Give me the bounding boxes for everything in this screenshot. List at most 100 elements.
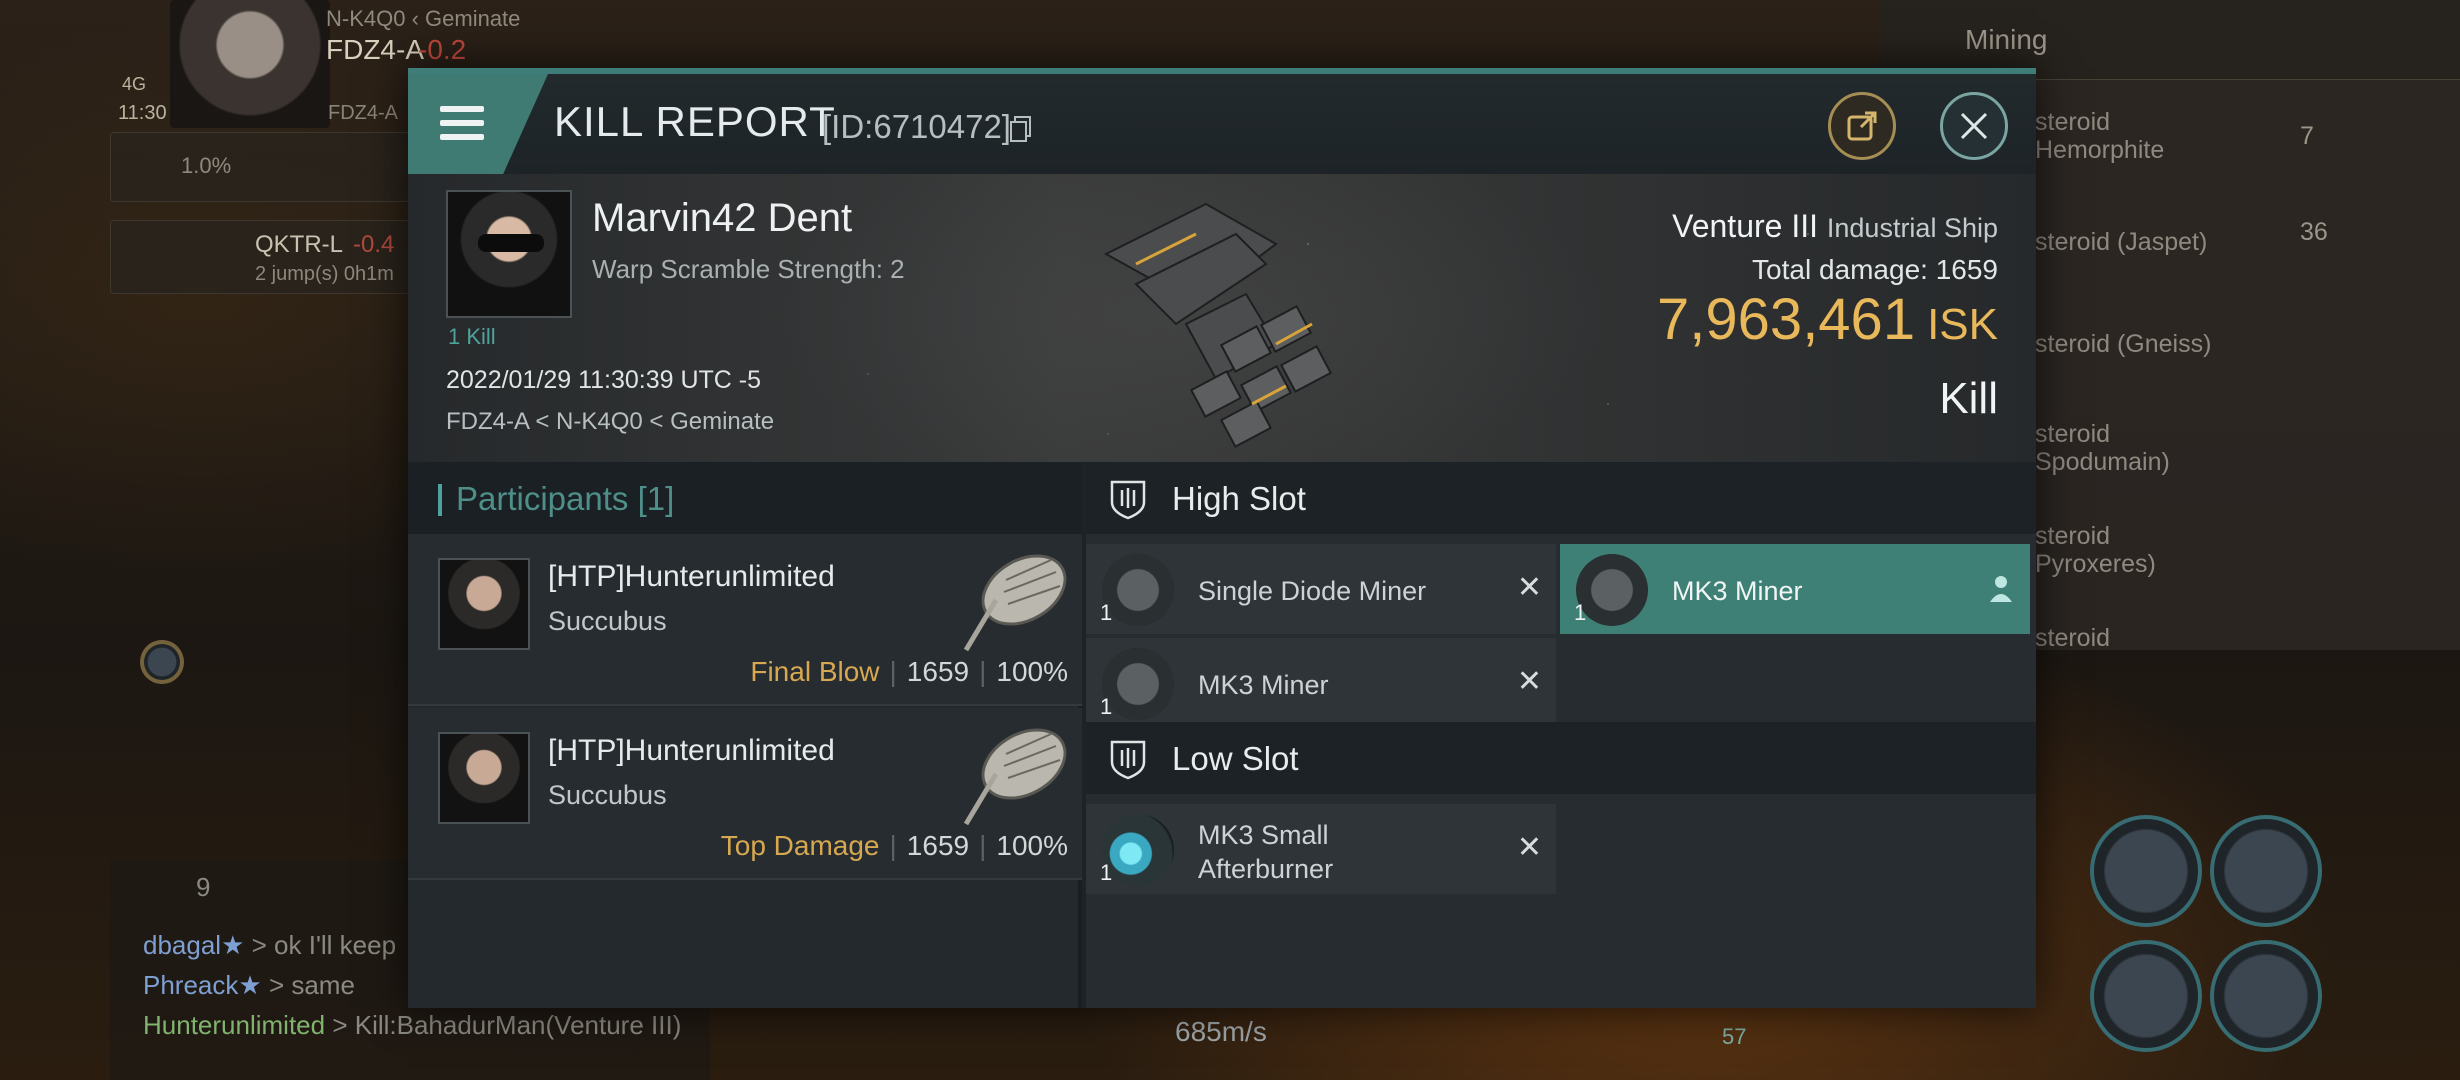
module-qty: 1 (1574, 600, 1587, 625)
chat-line: Phreack★ > same (143, 970, 355, 1000)
total-damage: Total damage: 1659 (1752, 254, 1998, 285)
participant-ship: Succubus (548, 780, 667, 810)
participants-title: Participants [1] (456, 480, 675, 517)
close-icon (1960, 112, 1988, 140)
participant-portrait[interactable] (438, 558, 530, 650)
overview-row[interactable]: steroid Hemorphite (2035, 108, 2164, 164)
hud-system-small: FDZ4-A (328, 102, 398, 124)
warp-scramble-strength: Warp Scramble Strength: 2 (592, 254, 905, 284)
fitting-panel: High Slot 1 Single Diode Miner ✕ 1 MK3 M… (1086, 462, 2036, 1008)
module-button[interactable] (2090, 940, 2202, 1052)
low-slot-label: Low Slot (1172, 740, 1299, 777)
cargo-panel[interactable]: 1.0% (110, 132, 410, 202)
victim-portrait[interactable] (446, 190, 572, 318)
module-name: MK3 Small Afterburner (1198, 820, 1334, 884)
overview-row[interactable]: steroid Pyroxeres) (2035, 522, 2156, 578)
hud-location-line: N-K4Q0 ‹ Geminate (326, 6, 521, 31)
route-security: -0.4 (353, 231, 395, 258)
overview-row-count: 36 (2300, 218, 2328, 246)
target-icon[interactable] (140, 640, 184, 684)
participant-stats: Final Blow | 1659 | 100% (750, 656, 1068, 687)
kill-date: 2022/01/29 11:30:39 UTC -5 (446, 366, 762, 394)
player-portrait[interactable] (170, 0, 330, 128)
cargo-percent: 1.0% (181, 153, 232, 178)
pilot-icon (1990, 576, 2012, 602)
close-button[interactable] (1940, 92, 2008, 160)
high-slot-header: High Slot (1086, 462, 2036, 534)
kill-id: [ID:6710472] (822, 108, 1011, 145)
participant-row[interactable]: [HTP]Hunterunlimited Succubus Top Damage… (408, 708, 1082, 880)
kill-result: Kill (1939, 374, 1998, 423)
overview-row[interactable]: steroid (Jaspet) (2035, 228, 2207, 256)
ship-class: Industrial Ship (1826, 213, 1998, 243)
module-button[interactable] (2210, 940, 2322, 1052)
participant-damage: 1659 (906, 830, 970, 861)
route-panel[interactable]: QKTR-L -0.4 2 jump(s) 0h1m (110, 220, 410, 294)
destroyed-icon: ✕ (1516, 664, 1542, 699)
final-blow-tag: Final Blow (750, 656, 880, 687)
participant-portrait[interactable] (438, 732, 530, 824)
ship-image (1103, 202, 1333, 448)
participant-row[interactable]: [HTP]Hunterunlimited Succubus Final Blow… (408, 534, 1082, 706)
ship-name: Venture III (1672, 208, 1818, 244)
modal-header: KILL REPORT [ID:6710472] (408, 74, 2036, 174)
share-icon (1847, 111, 1877, 141)
hud-time: 11:30 (118, 102, 167, 124)
copy-icon[interactable] (1010, 116, 1032, 142)
kill-location[interactable]: FDZ4-A < N-K4Q0 < Geminate (446, 408, 774, 436)
destroyed-icon: ✕ (1516, 830, 1542, 865)
share-button[interactable] (1828, 92, 1896, 160)
overview-row-count: 7 (2300, 122, 2314, 150)
hud-security: -0.2 (418, 34, 467, 65)
chat-line: dbagal★ > ok I'll keep (143, 930, 397, 960)
module-button[interactable] (2210, 815, 2322, 927)
miner-icon (1102, 554, 1174, 626)
participants-header: Participants [1] (408, 462, 1082, 534)
miner-icon (1576, 554, 1648, 626)
hud-network: 4G (122, 74, 147, 94)
participant-ship-image (963, 554, 1067, 652)
victim-kills-link[interactable]: 1 Kill (448, 324, 496, 350)
participant-name: [HTP]Hunterunlimited (548, 560, 835, 593)
ship-type[interactable]: Venture III Industrial Ship (1672, 208, 1998, 245)
overview-row[interactable]: steroid Spodumain) (2035, 420, 2170, 476)
route-jumps: 2 jump(s) 0h1m (255, 263, 394, 285)
victim-name[interactable]: Marvin42 Dent (592, 196, 852, 241)
overview-row[interactable]: steroid (Gneiss) (2035, 330, 2211, 358)
high-slot-label: High Slot (1172, 480, 1306, 517)
module-item[interactable]: 1 MK3 Miner (1560, 544, 2030, 634)
module-name: MK3 Miner (1672, 576, 1803, 606)
kill-report-modal: KILL REPORT [ID:6710472] Marvin42 Dent W… (408, 68, 2036, 1008)
participant-stats: Top Damage | 1659 | 100% (720, 830, 1068, 861)
module-item[interactable]: 1 MK3 Miner ✕ (1086, 638, 1556, 728)
module-item[interactable]: 1 Single Diode Miner ✕ (1086, 544, 1556, 634)
participant-damage: 1659 (906, 656, 970, 687)
high-slot-icon (1110, 480, 1146, 520)
module-button[interactable] (2090, 815, 2202, 927)
isk-unit: ISK (1927, 300, 1998, 349)
participant-percent: 100% (996, 656, 1068, 687)
participants-panel: Participants [1] [HTP]Hunterunlimited Su… (408, 462, 1082, 1008)
overview-row[interactable]: steroid (2035, 624, 2110, 652)
afterburner-icon (1102, 814, 1174, 886)
top-damage-tag: Top Damage (720, 830, 880, 861)
total-damage-value: 1659 (1935, 254, 1998, 285)
overview-tab-mining[interactable]: Mining (1965, 24, 2047, 56)
ship-speed: 685m/s (1175, 1016, 1267, 1047)
menu-button[interactable] (408, 74, 548, 174)
victim-info: Marvin42 Dent Warp Scramble Strength: 2 … (408, 174, 2036, 462)
low-slot-icon (1110, 740, 1146, 780)
module-item[interactable]: 1 MK3 Small Afterburner ✕ (1086, 804, 1556, 894)
badge-count: 57 (1722, 1024, 1747, 1049)
module-name: MK3 Miner (1198, 670, 1329, 700)
modal-title: KILL REPORT (554, 98, 836, 145)
chat-line: Hunterunlimited > Kill:BahadurMan(Ventur… (143, 1010, 682, 1040)
menu-icon (440, 106, 484, 112)
chat-member-count: 9 (196, 872, 211, 902)
route-destination: QKTR-L (255, 231, 344, 258)
miner-icon (1102, 648, 1174, 720)
module-name: Single Diode Miner (1198, 576, 1427, 606)
participant-name: [HTP]Hunterunlimited (548, 734, 835, 767)
isk-value: 7,963,461 ISK (1657, 287, 1998, 352)
hud-system-name: FDZ4-A (326, 34, 424, 65)
